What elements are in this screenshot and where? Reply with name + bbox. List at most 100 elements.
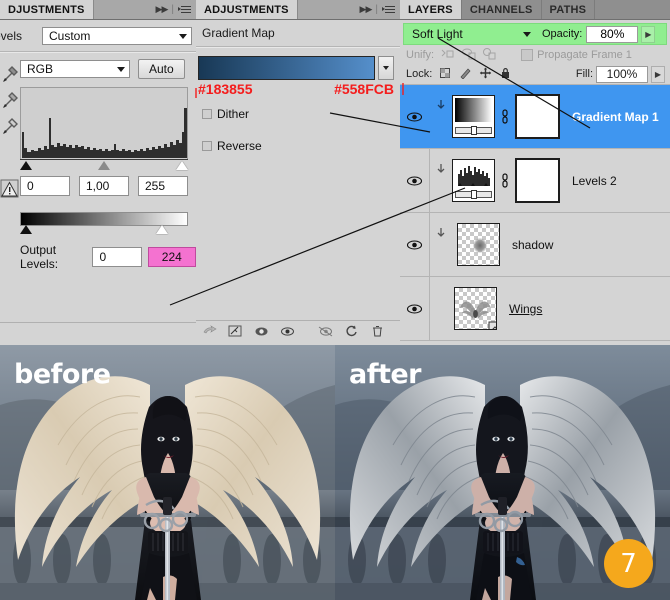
unify-style-icon[interactable] [482,47,497,63]
fill-field[interactable]: 100% [596,65,648,83]
output-black-slider[interactable] [20,225,32,234]
toggle-visibility-icon[interactable] [280,325,295,341]
levels-divider [0,51,196,53]
auto-button[interactable]: Auto [138,59,185,79]
reset-preview-icon[interactable] [318,325,333,341]
fill-label: Fill: [575,68,593,80]
unify-visibility-icon[interactable] [461,47,476,63]
levels-panel-tab-icons: ▶▶ | [156,0,196,19]
layer-visibility-toggle[interactable] [400,85,430,148]
layers-panel: LAYERS CHANNELS PATHS Soft Light Opacity… [400,0,670,345]
reset-adjustment-icon[interactable] [344,325,359,341]
after-image: after 7 [335,345,670,600]
layer-mask-thumbnail[interactable] [515,94,560,139]
layer-row-shadow[interactable]: shadow [400,213,670,277]
clip-to-layer-icon[interactable] [228,325,243,341]
view-previous-state-icon[interactable] [254,325,269,341]
levels-midtone-slider[interactable] [98,161,110,170]
clipping-warning-icon[interactable] [0,178,20,200]
output-white-slider[interactable] [156,225,168,234]
gradient-end-hex-label: #558FCB [334,81,394,97]
levels-panel-footer [0,322,196,345]
eyedropper-black-icon[interactable] [0,60,20,86]
layer-name[interactable]: shadow [512,238,553,252]
levels-output-sliders [20,224,188,237]
before-label: before [14,359,111,390]
unify-label: Unify: [406,48,435,61]
layer-row-levels-2[interactable]: Levels 2 [400,149,670,213]
step-number-badge: 7 [604,539,653,588]
layer-name[interactable]: Levels 2 [572,174,617,188]
tab-layers[interactable]: LAYERS [400,0,462,19]
output-levels-label: Output Levels: [20,243,59,271]
input-midtone-field[interactable]: 1,00 [79,176,129,196]
tab-adjustments-2[interactable]: ADJUSTMENTS [196,0,298,19]
unify-row: Unify: Propagate Frame 1 [400,45,670,64]
layer-thumbnail-shadow[interactable] [457,223,500,266]
adjustments-gradientmap-panel: ADJUSTMENTS ▶▶ | Gradient Map #183855 #5… [196,0,401,345]
dither-checkbox[interactable] [202,109,212,119]
eyedropper-white-icon[interactable] [0,112,20,138]
gradient-picker-button[interactable] [378,56,394,80]
return-arrow-icon[interactable] [202,325,217,341]
fill-stepper[interactable]: ▶ [651,65,665,83]
gradient-preview-bar[interactable] [198,56,375,80]
layer-row-wings[interactable]: Wings [400,277,670,341]
layer-thumbnail-levels[interactable] [452,159,495,202]
lock-label: Lock: [406,68,433,80]
input-highlight-field[interactable]: 255 [138,176,188,196]
panel-menu-icon[interactable] [178,5,191,14]
chevron-down-icon [523,31,531,37]
layer-mask-link-icon[interactable] [495,108,515,125]
output-white-field[interactable]: 224 [147,247,196,267]
tab-adjustments[interactable]: DJUSTMENTS [0,0,94,19]
levels-title: evels [0,29,23,43]
layer-name[interactable]: Gradient Map 1 [572,110,659,124]
lock-position-icon[interactable] [479,67,492,82]
layer-visibility-toggle[interactable] [400,149,430,212]
layer-visibility-toggle[interactable] [400,213,430,276]
tab-paths[interactable]: PATHS [542,0,596,19]
layer-row-gradient-map-1[interactable]: Gradient Map 1 [400,85,670,149]
layer-mask-link-icon[interactable] [495,172,515,189]
propagate-frame-group[interactable]: Propagate Frame 1 [521,48,632,61]
lock-image-pixels-icon[interactable] [459,67,472,82]
unify-position-icon[interactable] [440,47,455,63]
levels-channel-select[interactable]: RGB [20,60,130,78]
levels-highlight-slider[interactable] [176,161,188,170]
layer-visibility-toggle[interactable] [400,277,430,340]
after-label: after [349,359,422,390]
clipping-mask-arrow-icon [430,163,452,199]
layer-thumbnail-wings[interactable] [454,287,497,330]
reverse-row[interactable]: Reverse [202,139,400,153]
layer-thumbnail-gradient[interactable] [452,95,495,138]
output-black-field[interactable]: 0 [92,247,142,267]
blend-mode-select[interactable]: Soft Light [406,25,536,43]
layer-name[interactable]: Wings [509,302,542,316]
layer-mask-thumbnail[interactable] [515,158,560,203]
eyedropper-gray-icon[interactable] [0,86,20,112]
dither-row[interactable]: Dither [202,107,400,121]
levels-preset-select[interactable]: Custom [42,27,192,45]
tabbar-spacer-2 [298,0,360,19]
lock-transparent-pixels-icon[interactable] [439,67,452,82]
propagate-checkbox[interactable] [521,48,534,61]
panel-menu-icon[interactable] [382,5,395,14]
double-arrow-icon[interactable]: ▶▶ [360,4,373,15]
delete-adjustment-icon[interactable] [370,325,385,341]
levels-shadow-slider[interactable] [20,161,32,170]
lock-all-icon[interactable] [499,67,512,82]
tab-channels[interactable]: CHANNELS [462,0,542,19]
reverse-checkbox[interactable] [202,141,212,151]
opacity-stepper[interactable]: ▶ [641,25,656,43]
tabbar-divider: | [375,4,378,15]
input-shadow-field[interactable]: 0 [20,176,70,196]
levels-channel-row: RGB Auto [0,59,196,79]
layers-panel-tabbar: LAYERS CHANNELS PATHS [400,0,670,20]
tabbar-spacer [94,0,156,19]
double-arrow-icon[interactable]: ▶▶ [156,4,169,15]
blend-mode-value: Soft Light [412,27,463,41]
tabbar-spacer-3 [595,0,670,19]
opacity-field[interactable]: 80% [586,25,639,43]
adjustments-levels-panel: DJUSTMENTS ▶▶ | evels Custom RGB Auto [0,0,197,345]
